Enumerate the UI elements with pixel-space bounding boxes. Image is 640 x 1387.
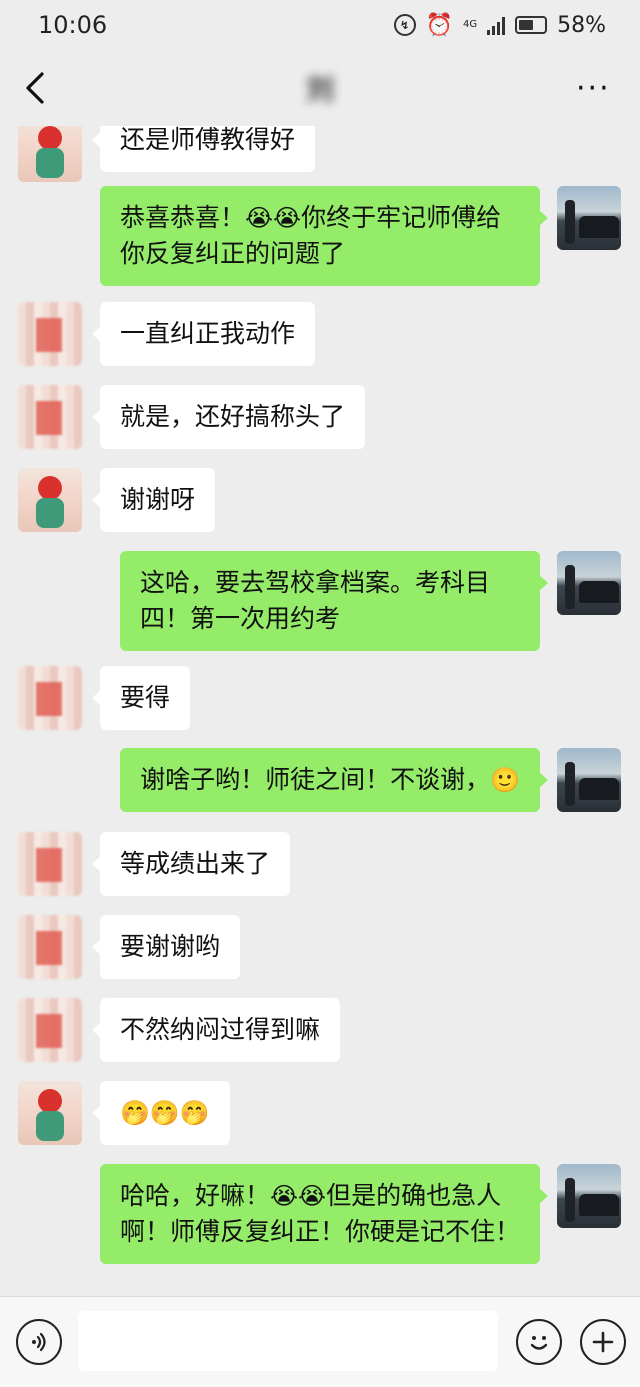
contact-avatar[interactable] bbox=[18, 832, 82, 896]
status-icons: ↯ ⏰ 4G 58% bbox=[393, 12, 606, 38]
crying-laughing-emoji: 😭😭 bbox=[270, 1182, 327, 1210]
incoming-message[interactable]: 🤭🤭🤭 bbox=[92, 1081, 230, 1145]
plus-icon[interactable] bbox=[580, 1319, 626, 1365]
incoming-message[interactable]: 就是，还好搞称头了 bbox=[91, 385, 366, 449]
incoming-message[interactable]: 等成绩出来了 bbox=[91, 832, 291, 896]
contact-avatar[interactable] bbox=[18, 126, 82, 182]
chat-title: 刘 bbox=[305, 73, 334, 106]
my-avatar[interactable] bbox=[557, 186, 621, 250]
voice-input-icon[interactable] bbox=[16, 1319, 62, 1365]
data-saver-icon: ↯ bbox=[393, 14, 416, 36]
contact-avatar[interactable] bbox=[18, 915, 82, 979]
contact-avatar[interactable] bbox=[18, 1081, 82, 1145]
back-icon[interactable] bbox=[18, 66, 58, 110]
my-avatar[interactable] bbox=[557, 551, 621, 615]
message-text: 谢啥子哟！师徒之间！不谈谢， bbox=[140, 765, 491, 794]
signal-icon bbox=[487, 15, 506, 35]
emoji-button-icon[interactable] bbox=[516, 1319, 562, 1365]
covering-mouth-emoji: 🤭🤭🤭 bbox=[120, 1099, 210, 1127]
contact-avatar[interactable] bbox=[18, 385, 82, 449]
incoming-message[interactable]: 要谢谢哟 bbox=[91, 915, 241, 979]
input-bar bbox=[0, 1296, 640, 1387]
status-bar: 10:06 ↯ ⏰ 4G 58% bbox=[0, 0, 640, 50]
incoming-message[interactable]: 不然纳闷过得到嘛 bbox=[91, 998, 341, 1062]
plus-sign-icon bbox=[592, 1331, 614, 1353]
message-input[interactable] bbox=[78, 1311, 498, 1371]
smile-emoji: 🙂 bbox=[490, 766, 520, 794]
my-avatar[interactable] bbox=[557, 748, 621, 812]
incoming-message[interactable]: 一直纠正我动作 bbox=[91, 302, 316, 366]
contact-avatar[interactable] bbox=[18, 302, 82, 366]
smiley-face-icon bbox=[530, 1336, 548, 1350]
contact-avatar[interactable] bbox=[18, 998, 82, 1062]
battery-percent: 58% bbox=[557, 12, 606, 38]
outgoing-message[interactable]: 恭喜恭喜！😭😭你终于牢记师傅给你反复纠正的问题了 bbox=[100, 186, 548, 286]
message-list[interactable]: 还是师傅教得好 恭喜恭喜！😭😭你终于牢记师傅给你反复纠正的问题了 一直纠正我动作… bbox=[0, 126, 640, 1296]
crying-laughing-emoji: 😭😭 bbox=[245, 204, 302, 232]
incoming-message[interactable]: 谢谢呀 bbox=[91, 468, 216, 532]
contact-avatar[interactable] bbox=[18, 468, 82, 532]
message-text: 哈哈，好嘛！ bbox=[120, 1181, 271, 1210]
outgoing-message[interactable]: 哈哈，好嘛！😭😭但是的确也急人啊！师傅反复纠正！你硬是记不住！ bbox=[100, 1164, 548, 1264]
outgoing-message[interactable]: 这哈，要去驾校拿档案。考科目四！第一次用约考 bbox=[120, 551, 548, 651]
voice-wave-icon bbox=[32, 1332, 46, 1352]
status-time: 10:06 bbox=[38, 11, 108, 39]
message-text: 恭喜恭喜！ bbox=[120, 203, 246, 232]
my-avatar[interactable] bbox=[557, 1164, 621, 1228]
more-options-icon[interactable]: ··· bbox=[576, 74, 612, 104]
chat-header: 刘 ··· bbox=[0, 50, 640, 126]
incoming-message[interactable]: 还是师傅教得好 bbox=[91, 126, 316, 172]
battery-icon bbox=[515, 16, 548, 34]
contact-avatar[interactable] bbox=[18, 666, 82, 730]
outgoing-message[interactable]: 谢啥子哟！师徒之间！不谈谢，🙂 bbox=[120, 748, 548, 812]
incoming-message[interactable]: 要得 bbox=[91, 666, 191, 730]
alarm-icon: ⏰ bbox=[425, 12, 453, 38]
network-type-icon: 4G bbox=[462, 19, 478, 30]
